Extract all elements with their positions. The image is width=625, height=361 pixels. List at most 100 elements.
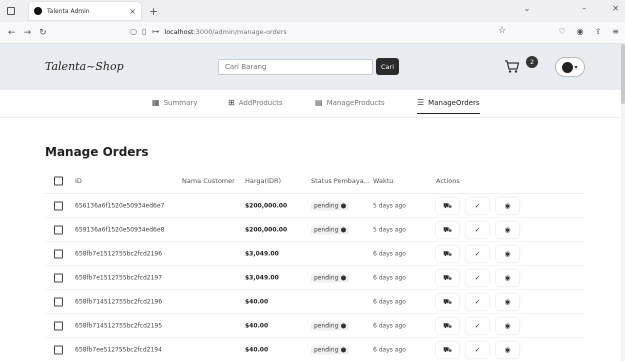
eye-button[interactable]: ◉ bbox=[496, 270, 519, 286]
tab-title: Talenta Admin bbox=[47, 7, 90, 15]
truck-button[interactable]: ⛟ bbox=[436, 222, 459, 238]
add-box-icon: ⊞ bbox=[228, 98, 235, 107]
eye-icon: ◉ bbox=[504, 322, 511, 330]
row-checkbox[interactable] bbox=[54, 273, 63, 282]
scrollbar-thumb[interactable] bbox=[621, 44, 625, 104]
check-button[interactable]: ✓ bbox=[466, 270, 489, 286]
row-actions: ⛟ ✓ ◉ bbox=[436, 246, 519, 262]
order-id: 658fb7e1512755bc2fcd2196 bbox=[75, 250, 163, 257]
menu-icon[interactable]: ≡ bbox=[612, 27, 619, 36]
eye-icon: ◉ bbox=[504, 250, 511, 258]
check-button[interactable]: ✓ bbox=[466, 342, 489, 358]
col-id[interactable]: ID bbox=[75, 177, 82, 185]
order-id: 658fb7e1512755bc2fcd2197 bbox=[75, 274, 163, 281]
order-time: 6 days ago bbox=[373, 298, 406, 305]
pocket-icon[interactable]: ♡ bbox=[558, 27, 565, 36]
extensions-icon[interactable]: ⇪ bbox=[595, 27, 602, 36]
nav-manage-products-label: ManageProducts bbox=[326, 98, 385, 107]
order-id: 658fb7ee512755bc2fcd2194 bbox=[75, 346, 162, 353]
eye-button[interactable]: ◉ bbox=[496, 294, 519, 310]
truck-icon: ⛟ bbox=[443, 297, 452, 306]
status-text: pending bbox=[314, 322, 339, 329]
status-badge: pending bbox=[311, 201, 350, 210]
info-dot-icon bbox=[341, 203, 347, 208]
truck-icon: ⛟ bbox=[443, 201, 452, 210]
order-id: 656136a6f1520e50934ed6e7 bbox=[75, 202, 165, 209]
reload-icon[interactable]: ↻ bbox=[39, 28, 47, 38]
order-price: $3,049.00 bbox=[245, 250, 279, 257]
page-icon: ▯ bbox=[141, 27, 147, 36]
truck-icon: ⛟ bbox=[443, 345, 452, 354]
select-all-checkbox[interactable] bbox=[54, 176, 63, 185]
order-id: 658fb714512755bc2fcd2196 bbox=[75, 298, 163, 305]
check-button[interactable]: ✓ bbox=[466, 294, 489, 310]
browser-tab[interactable]: Talenta Admin × bbox=[29, 2, 141, 20]
truck-button[interactable]: ⛟ bbox=[436, 318, 459, 334]
eye-button[interactable]: ◉ bbox=[496, 198, 519, 214]
eye-button[interactable]: ◉ bbox=[496, 246, 519, 262]
truck-button[interactable]: ⛟ bbox=[436, 198, 459, 214]
col-waktu[interactable]: Waktu bbox=[373, 177, 393, 185]
nav-summary[interactable]: ▦ Summary bbox=[152, 98, 197, 107]
tab-close-icon[interactable]: × bbox=[129, 7, 136, 16]
search-button[interactable]: Cari bbox=[376, 58, 399, 75]
list-box-icon: ▤ bbox=[315, 98, 323, 107]
row-checkbox[interactable] bbox=[54, 321, 63, 330]
dashboard-icon: ▦ bbox=[152, 98, 160, 107]
check-icon: ✓ bbox=[474, 274, 481, 282]
col-actions: Actions bbox=[436, 176, 460, 185]
row-checkbox[interactable] bbox=[54, 249, 63, 258]
table-header: ID Nama Customer Harga(IDR) Status Pemba… bbox=[45, 168, 585, 194]
new-tab-button[interactable]: + bbox=[149, 5, 158, 18]
table-row: 659136a6f1520e50934ed6e8 $200,000.00 pen… bbox=[45, 218, 585, 242]
check-button[interactable]: ✓ bbox=[466, 246, 489, 262]
status-text: pending bbox=[314, 346, 339, 353]
row-actions: ⛟ ✓ ◉ bbox=[436, 342, 519, 358]
truck-button[interactable]: ⛟ bbox=[436, 246, 459, 262]
table-row: 658fb7e1512755bc2fcd2196 $3,049.00 6 day… bbox=[45, 242, 585, 266]
user-menu-button[interactable]: ▾ bbox=[555, 57, 585, 77]
cart-icon[interactable] bbox=[503, 57, 521, 75]
row-actions: ⛟ ✓ ◉ bbox=[436, 270, 519, 286]
eye-icon: ◉ bbox=[504, 298, 511, 306]
check-button[interactable]: ✓ bbox=[466, 318, 489, 334]
account-icon[interactable]: ◉ bbox=[577, 27, 584, 36]
row-checkbox[interactable] bbox=[54, 345, 63, 354]
search-input[interactable] bbox=[218, 59, 373, 75]
eye-icon: ◉ bbox=[504, 346, 511, 354]
check-icon: ✓ bbox=[474, 226, 481, 234]
window-menu-icon[interactable] bbox=[7, 7, 15, 15]
col-status[interactable]: Status Pembaya... bbox=[311, 177, 370, 185]
close-window-icon[interactable]: ✕ bbox=[612, 4, 619, 13]
truck-button[interactable]: ⛟ bbox=[436, 294, 459, 310]
status-badge: pending bbox=[311, 273, 350, 282]
row-checkbox[interactable] bbox=[54, 297, 63, 306]
check-button[interactable]: ✓ bbox=[466, 198, 489, 214]
brand-logo[interactable]: Talenta~Shop bbox=[45, 60, 124, 73]
check-button[interactable]: ✓ bbox=[466, 222, 489, 238]
row-checkbox[interactable] bbox=[54, 225, 63, 234]
eye-button[interactable]: ◉ bbox=[496, 222, 519, 238]
shield-icon: ○ bbox=[130, 27, 137, 36]
check-icon: ✓ bbox=[474, 322, 481, 330]
address-bar[interactable]: ○ ▯ ⊶ localhost:3000/admin/manage-orders bbox=[130, 27, 287, 36]
forward-icon[interactable]: → bbox=[24, 28, 32, 38]
bookmark-star-icon[interactable]: ☆ bbox=[498, 26, 506, 36]
back-icon[interactable]: ← bbox=[8, 28, 16, 38]
tab-list-icon[interactable]: ⌄ bbox=[524, 4, 531, 13]
truck-button[interactable]: ⛟ bbox=[436, 342, 459, 358]
status-badge: pending bbox=[311, 345, 350, 354]
browser-tab-bar: Talenta Admin × + ⌄ – ✕ bbox=[0, 0, 625, 22]
eye-button[interactable]: ◉ bbox=[496, 318, 519, 334]
row-checkbox[interactable] bbox=[54, 201, 63, 210]
truck-button[interactable]: ⛟ bbox=[436, 270, 459, 286]
info-dot-icon bbox=[341, 275, 347, 280]
col-name[interactable]: Nama Customer bbox=[182, 177, 235, 185]
col-harga[interactable]: Harga(IDR) bbox=[245, 177, 281, 185]
nav-manage-orders[interactable]: ☰ ManageOrders bbox=[417, 98, 480, 114]
nav-manage-products[interactable]: ▤ ManageProducts bbox=[315, 98, 385, 107]
eye-button[interactable]: ◉ bbox=[496, 342, 519, 358]
minimize-icon[interactable]: – bbox=[582, 4, 586, 13]
nav-add-products[interactable]: ⊞ AddProducts bbox=[228, 98, 282, 107]
check-icon: ✓ bbox=[474, 346, 481, 354]
